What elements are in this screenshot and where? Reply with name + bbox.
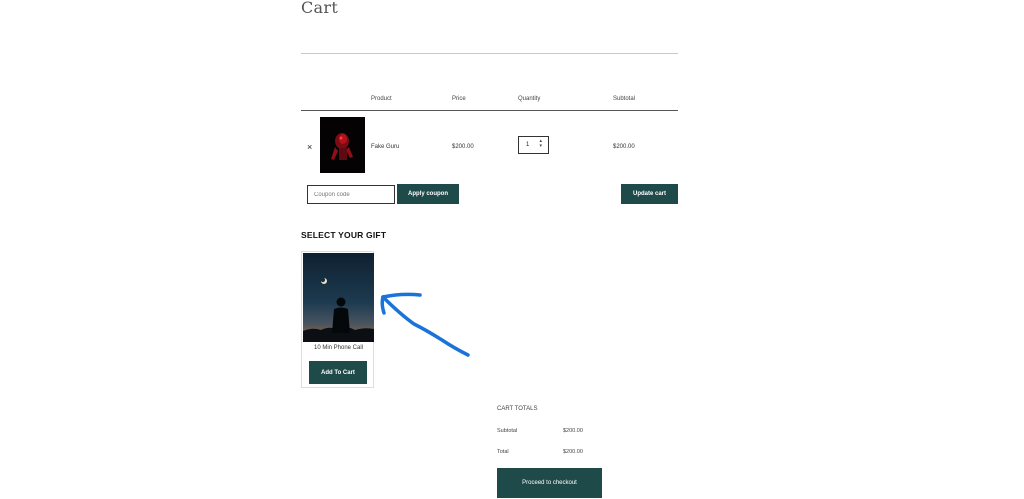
add-gift-to-cart-button[interactable]: Add To Cart: [309, 361, 367, 384]
total-value: $200.00: [563, 449, 583, 455]
total-label: Total: [497, 449, 509, 455]
header-quantity: Quantity: [518, 96, 541, 102]
gift-name: 10 Min Phone Call: [313, 345, 364, 351]
page-title: Cart: [301, 0, 339, 17]
gift-card: 10 Min Phone Call Add To Cart: [301, 251, 374, 388]
hand-drawn-arrow-icon: [380, 292, 470, 357]
quantity-value: 1: [526, 142, 530, 148]
product-price: $200.00: [452, 144, 474, 150]
row-subtotal: $200.00: [613, 144, 635, 150]
quantity-stepper[interactable]: 1 ▴ ▾: [518, 136, 549, 154]
proceed-to-checkout-button[interactable]: Proceed to checkout: [497, 468, 602, 498]
apply-coupon-button[interactable]: Apply coupon: [397, 184, 459, 204]
product-thumbnail[interactable]: [320, 117, 365, 173]
cart-totals-title: CART TOTALS: [497, 406, 538, 412]
coupon-input[interactable]: [307, 185, 395, 204]
gift-section-heading: SELECT YOUR GIFT: [301, 230, 387, 240]
header-divider: [301, 110, 678, 111]
gift-image: [303, 253, 374, 342]
subtotal-label: Subtotal: [497, 428, 518, 434]
header-product: Product: [371, 96, 392, 102]
title-divider: [301, 53, 678, 54]
remove-item-button[interactable]: ×: [307, 142, 312, 152]
spinner-arrows-icon[interactable]: ▴ ▾: [539, 139, 542, 149]
subtotal-value: $200.00: [563, 428, 583, 434]
cart-page: Cart Product Price Quantity Subtotal × F…: [0, 0, 1024, 499]
header-subtotal: Subtotal: [613, 96, 636, 102]
header-price: Price: [452, 96, 466, 102]
update-cart-button[interactable]: Update cart: [621, 184, 678, 204]
product-name-link[interactable]: Fake Guru: [371, 144, 399, 150]
